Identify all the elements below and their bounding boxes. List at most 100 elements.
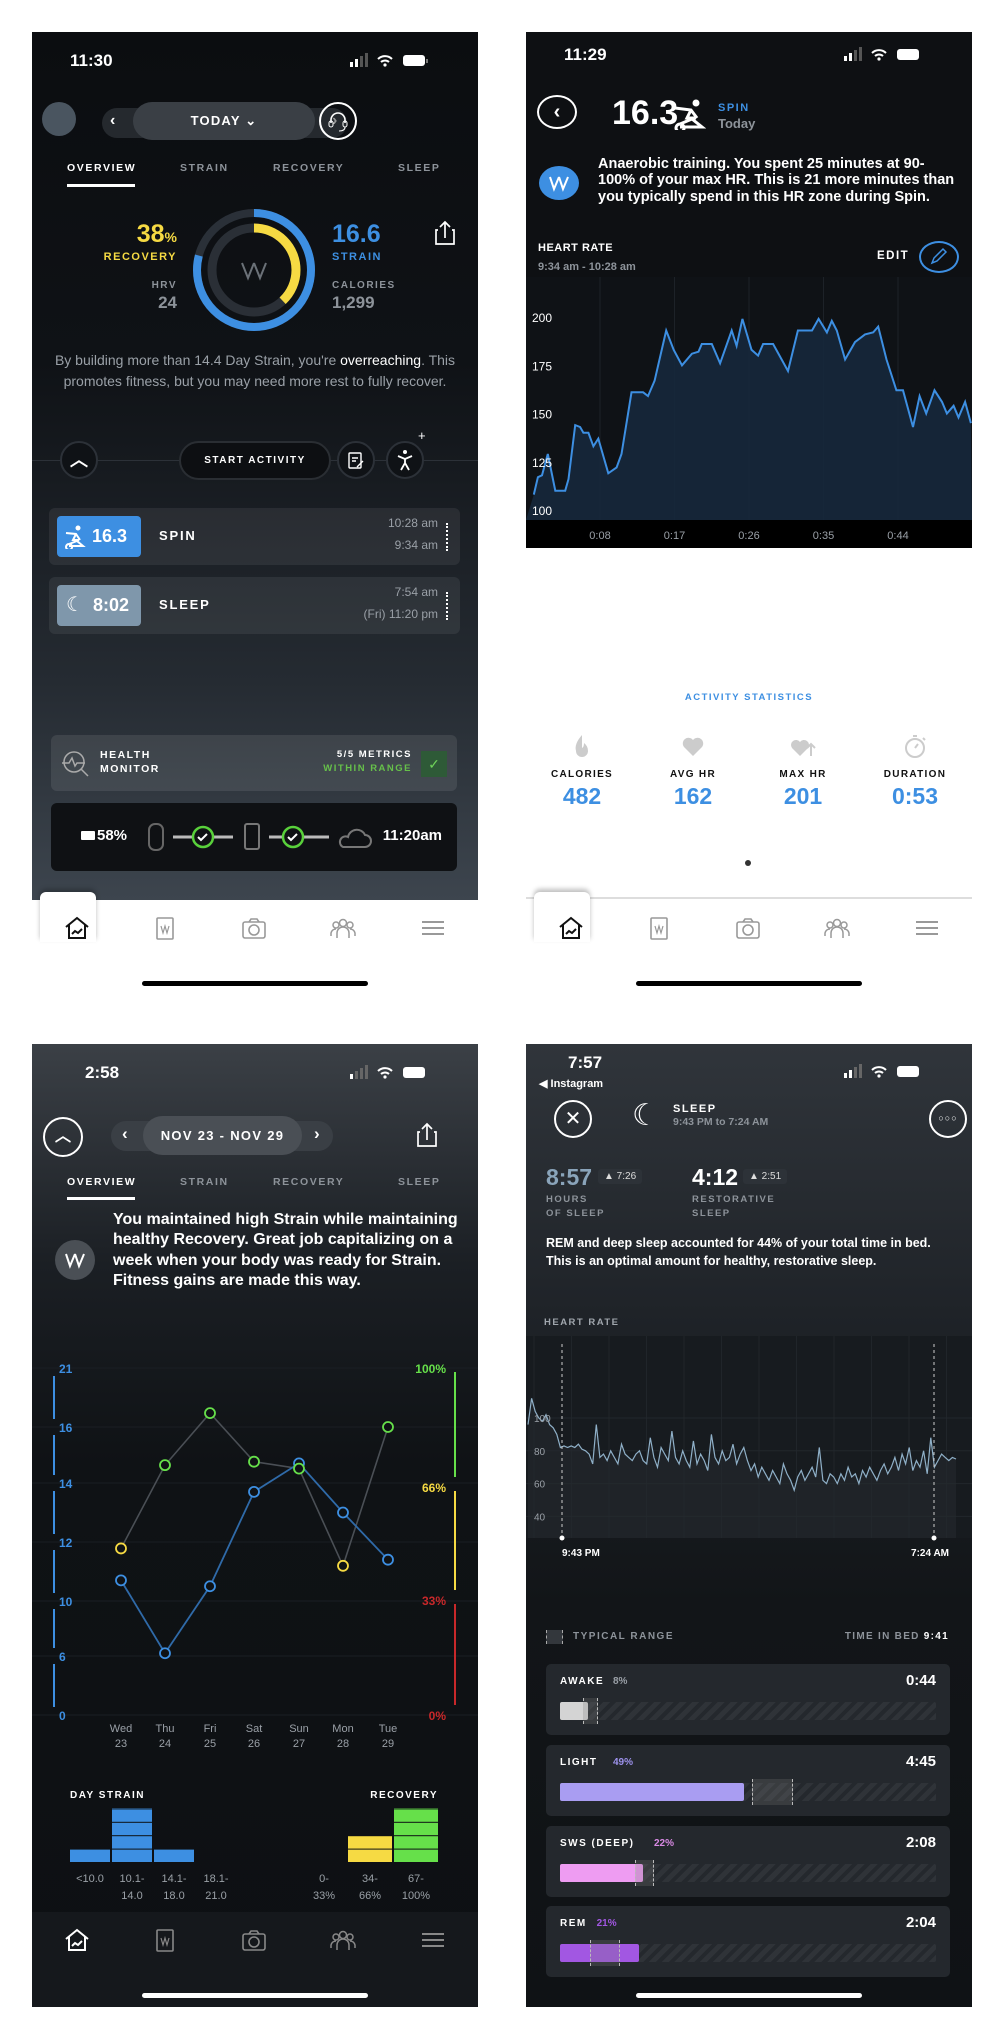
date-dropdown[interactable]: TODAY ⌄ (133, 102, 315, 140)
day-label: Thu (156, 1723, 175, 1735)
histogram-bar-block (112, 1822, 152, 1836)
support-button[interactable] (319, 102, 357, 140)
nav-menu-button[interactable] (913, 914, 941, 942)
recovery-point (115, 1542, 127, 1555)
chevron-left-icon: ‹ (553, 101, 561, 123)
strain-point (115, 1574, 127, 1587)
stat-label: MAX HR (779, 769, 827, 780)
activity-name: SPIN (159, 528, 197, 543)
nav-camera-button[interactable] (734, 914, 762, 942)
next-week-button[interactable]: › (314, 1124, 320, 1144)
histogram-bar-block (394, 1836, 438, 1849)
strap-icon (148, 823, 164, 851)
tab-recovery[interactable]: RECOVERY (273, 162, 344, 174)
health-monitor-card[interactable]: HEALTH MONITOR 5/5 METRICS WITHIN RANGE ✓ (51, 735, 457, 791)
collapse-button[interactable]: ︿ (43, 1117, 83, 1157)
stage-card-awake[interactable]: AWAKE 8% 0:44 (546, 1664, 950, 1735)
whoop-coach-badge (55, 1240, 95, 1280)
edit-button[interactable] (919, 241, 959, 273)
stat-duration: DURATION 0:53 (860, 732, 970, 810)
nav-community-button[interactable] (329, 914, 357, 942)
edit-label[interactable]: EDIT (877, 250, 909, 262)
hr-line (532, 316, 972, 495)
activity-row-sleep[interactable]: ☾ 8:02 SLEEP 7:54 am (Fri) 11:20 pm (49, 577, 460, 634)
share-icon[interactable] (434, 220, 456, 246)
nav-camera-button[interactable] (240, 914, 268, 942)
device-status-bar[interactable]: 58% 11:20am (51, 803, 457, 871)
stage-duration: 2:04 (905, 1914, 936, 1931)
stage-bar-track (560, 1779, 936, 1805)
close-button[interactable]: ✕ (554, 1100, 592, 1138)
headset-icon (328, 112, 348, 132)
nav-menu-button[interactable] (419, 1926, 447, 1954)
tab-overview[interactable]: OVERVIEW (67, 1176, 136, 1188)
stage-percent: 49% (613, 1757, 634, 1768)
restorative-delta-badge: ▲ 2:51 (743, 1169, 788, 1184)
activity-row-spin[interactable]: 16.3 SPIN 10:28 am 9:34 am (49, 508, 460, 565)
nav-home-chart-button[interactable] (63, 1926, 91, 1954)
date-label: 25 (204, 1738, 216, 1750)
tab-sleep[interactable]: SLEEP (398, 1176, 440, 1188)
histogram-bar-block (112, 1849, 152, 1862)
back-to-app-link[interactable]: ◀ Instagram (539, 1077, 603, 1090)
stage-duration: 0:44 (905, 1672, 936, 1689)
recovery-point (248, 1455, 260, 1468)
stage-card-sws-deep[interactable]: SWS (DEEP) 22% 2:08 (546, 1826, 950, 1897)
x-tick-label: 0:08 (589, 530, 610, 542)
tab-recovery[interactable]: RECOVERY (273, 1176, 344, 1188)
status-time: 7:57 (568, 1053, 603, 1072)
date-range-label[interactable]: NOV 23 - NOV 29 (143, 1116, 302, 1155)
sleep-insight: REM and deep sleep accounted for 44% of … (546, 1236, 931, 1268)
hours-delta-badge: ▲ 7:26 (598, 1169, 643, 1184)
journal-button[interactable] (337, 441, 375, 479)
whoop-logo-icon (549, 176, 569, 192)
tab-strain[interactable]: STRAIN (180, 162, 229, 174)
home-chart-icon (65, 916, 89, 939)
battery-level: 58% (81, 827, 127, 844)
stage-name: SWS (DEEP) (560, 1838, 635, 1849)
histogram-bar-block (348, 1849, 392, 1862)
day-label: Tue (379, 1723, 398, 1735)
start-activity-button[interactable]: START ACTIVITY (179, 441, 331, 480)
bin-label: 21.0 (205, 1890, 226, 1902)
nav-menu-button[interactable] (419, 914, 447, 942)
recovery-point (293, 1462, 305, 1475)
recovery-label: RECOVERY (103, 251, 177, 263)
start-time: (Fri) 11:20 pm (363, 607, 438, 621)
recovery-value: 38% (136, 220, 177, 248)
nav-home-chart-button[interactable] (557, 914, 585, 942)
page-indicator-dot[interactable] (745, 860, 751, 866)
strain-label: STRAIN (332, 251, 382, 263)
nav-community-button[interactable] (823, 914, 851, 942)
sleep-duration: 8:02 (93, 595, 130, 615)
nav-home-chart-button[interactable] (63, 914, 91, 942)
stage-percent: 22% (654, 1838, 675, 1849)
nav-camera-button[interactable] (240, 1926, 268, 1954)
add-activity-button[interactable] (386, 441, 424, 479)
share-icon[interactable] (416, 1122, 438, 1148)
tab-sleep[interactable]: SLEEP (398, 162, 440, 174)
chevron-down-icon: ⌄ (245, 113, 258, 128)
battery-icon (81, 831, 95, 840)
avatar[interactable] (42, 102, 76, 136)
stage-duration: 4:45 (905, 1753, 936, 1770)
stage-card-rem[interactable]: REM 21% 2:04 (546, 1906, 950, 1977)
more-options-button[interactable]: ○○○ (929, 1100, 967, 1138)
stat-value: 482 (562, 783, 602, 809)
nav-journal-button[interactable] (151, 914, 179, 942)
prev-day-button[interactable]: ‹ (110, 112, 115, 130)
nav-journal-button[interactable] (151, 1926, 179, 1954)
prev-week-button[interactable]: ‹ (122, 1124, 128, 1144)
stage-card-light[interactable]: LIGHT 49% 4:45 (546, 1745, 950, 1816)
collapse-button[interactable]: ︿ (60, 441, 98, 479)
camera-icon (242, 1930, 266, 1951)
metrics-status: 5/5 METRICS WITHIN RANGE (323, 749, 412, 774)
stage-name: LIGHT (560, 1757, 598, 1768)
nav-community-button[interactable] (329, 1926, 357, 1954)
weekly-insight: You maintained high Strain while maintai… (113, 1211, 458, 1289)
back-button[interactable]: ‹ (537, 95, 577, 129)
nav-journal-button[interactable] (645, 914, 673, 942)
tab-strain[interactable]: STRAIN (180, 1176, 229, 1188)
tab-overview[interactable]: OVERVIEW (67, 162, 136, 174)
bin-label: 18.1- (203, 1873, 228, 1885)
